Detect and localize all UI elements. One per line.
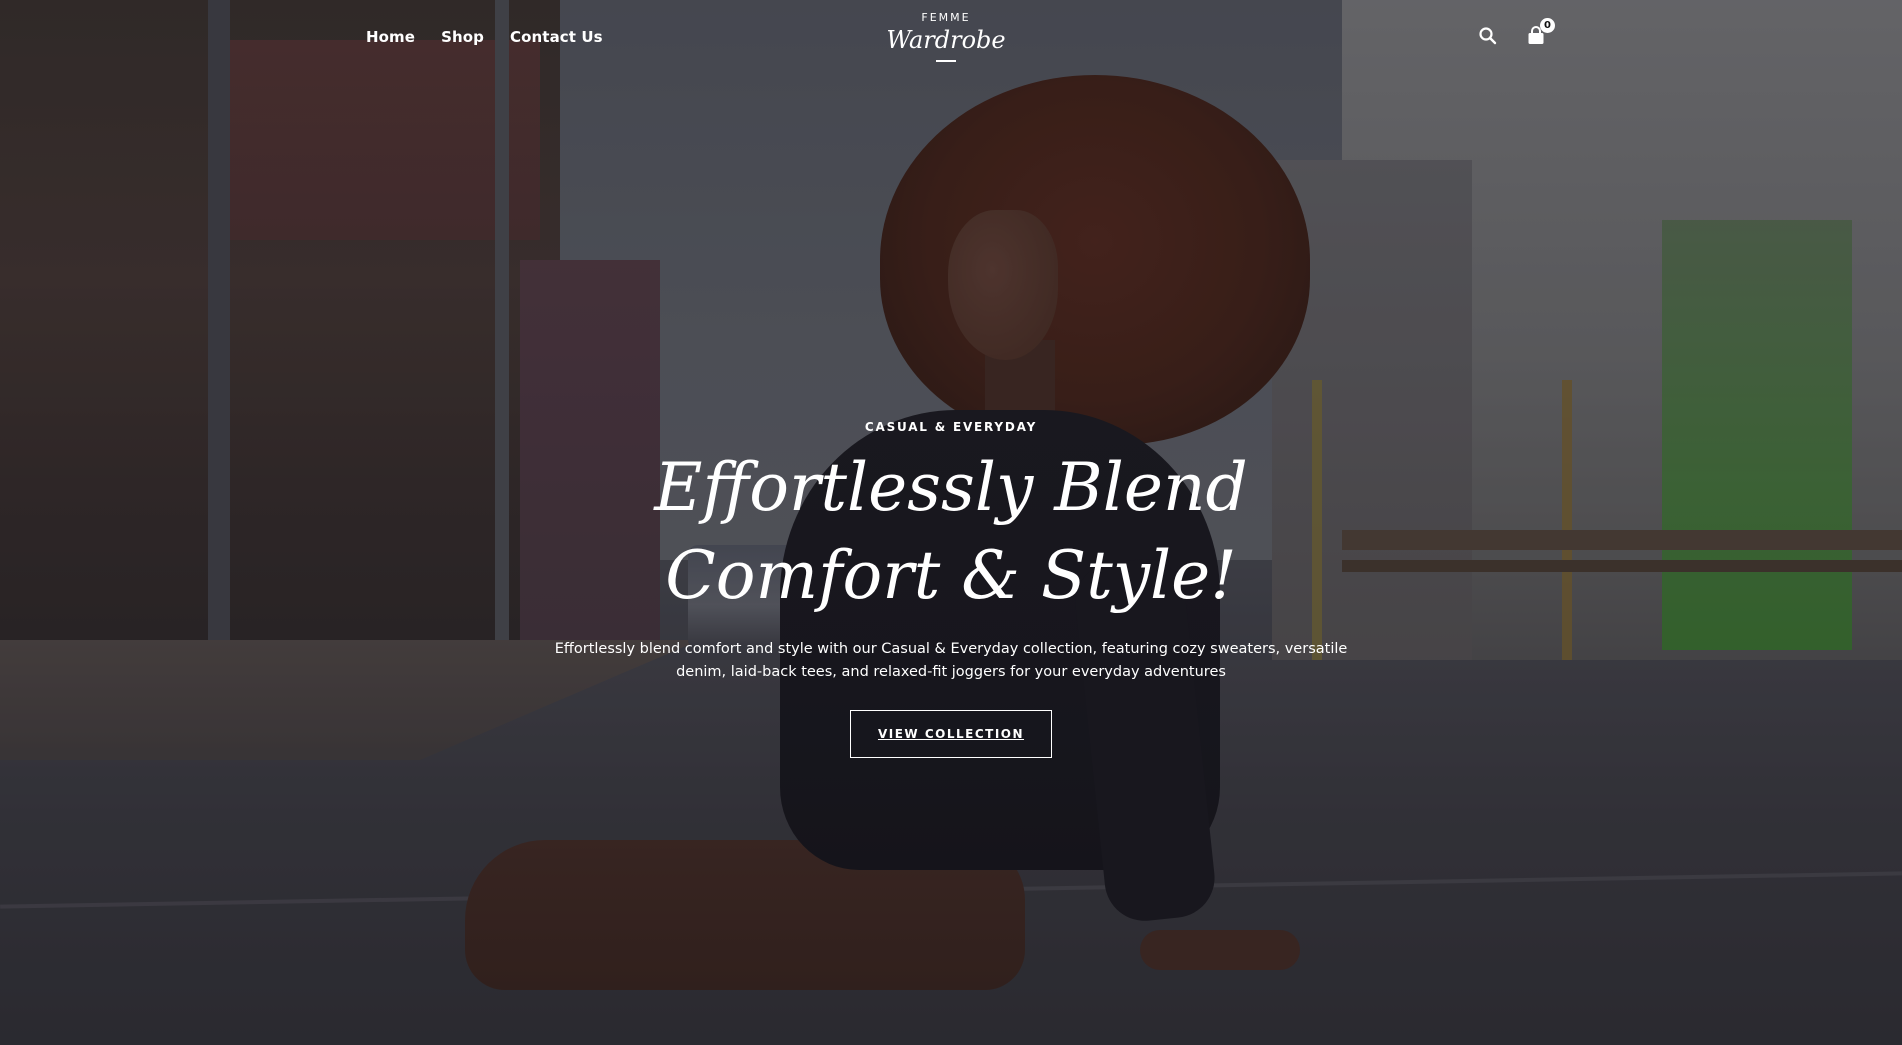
logo-underline — [936, 60, 956, 62]
hero-section: Home Shop Contact Us FEMME Wardrobe 0 CA… — [0, 0, 1902, 1045]
hero-eyebrow: CASUAL & EVERYDAY — [864, 420, 1038, 434]
site-logo[interactable]: FEMME Wardrobe — [846, 11, 1046, 62]
hero-headline: Effortlessly Blend Comfort & Style! — [654, 449, 1248, 614]
hero-content: CASUAL & EVERYDAY Effortlessly Blend Com… — [0, 420, 1902, 758]
nav-shop-link[interactable]: Shop — [441, 28, 484, 46]
cart-count-badge: 0 — [1540, 18, 1555, 33]
view-collection-button[interactable]: VIEW COLLECTION — [850, 710, 1052, 758]
logo-tagline: FEMME — [921, 11, 971, 24]
nav-home-link[interactable]: Home — [366, 28, 415, 46]
nav-contact-link[interactable]: Contact Us — [510, 28, 603, 46]
logo-wordmark: Wardrobe — [886, 26, 1006, 54]
main-nav: Home Shop Contact Us — [366, 28, 629, 46]
header-icons: 0 — [1478, 18, 1555, 48]
search-icon[interactable] — [1478, 26, 1500, 48]
cart-button[interactable]: 0 — [1526, 18, 1555, 48]
hero-subtitle: Effortlessly blend comfort and style wit… — [554, 641, 1348, 680]
